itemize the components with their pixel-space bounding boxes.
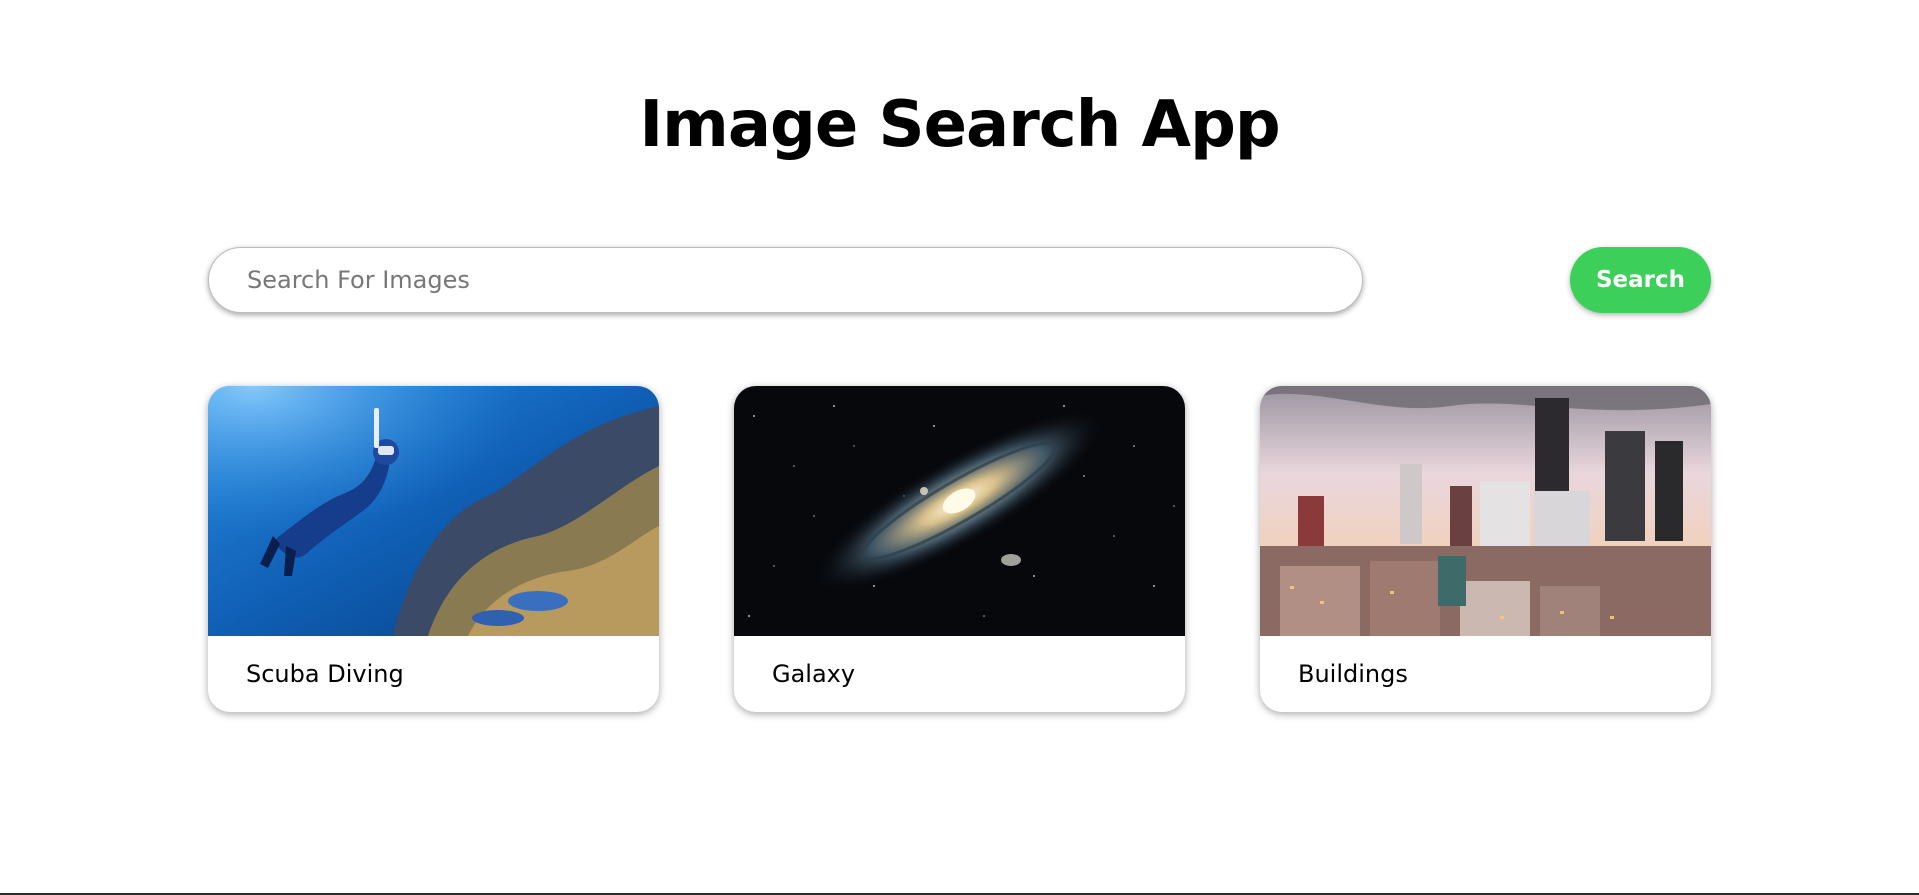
search-button[interactable]: Search [1570,247,1711,313]
search-bar: Search [208,247,1711,313]
result-image-scuba-diving[interactable] [208,386,659,636]
results-grid: Scuba Diving Galaxy Buildings [208,386,1711,712]
result-label: Galaxy [772,660,856,688]
result-image-buildings[interactable] [1260,386,1711,636]
search-input[interactable] [208,247,1363,313]
result-card-galaxy[interactable]: Galaxy [734,386,1185,712]
result-card-buildings[interactable]: Buildings [1260,386,1711,712]
result-card-scuba-diving[interactable]: Scuba Diving [208,386,659,712]
result-label: Scuba Diving [246,660,404,688]
result-image-galaxy[interactable] [734,386,1185,636]
page: Image Search App Search For Images Searc… [0,0,1919,895]
page-title: Image Search App [639,88,1280,162]
result-label: Buildings [1298,660,1408,688]
